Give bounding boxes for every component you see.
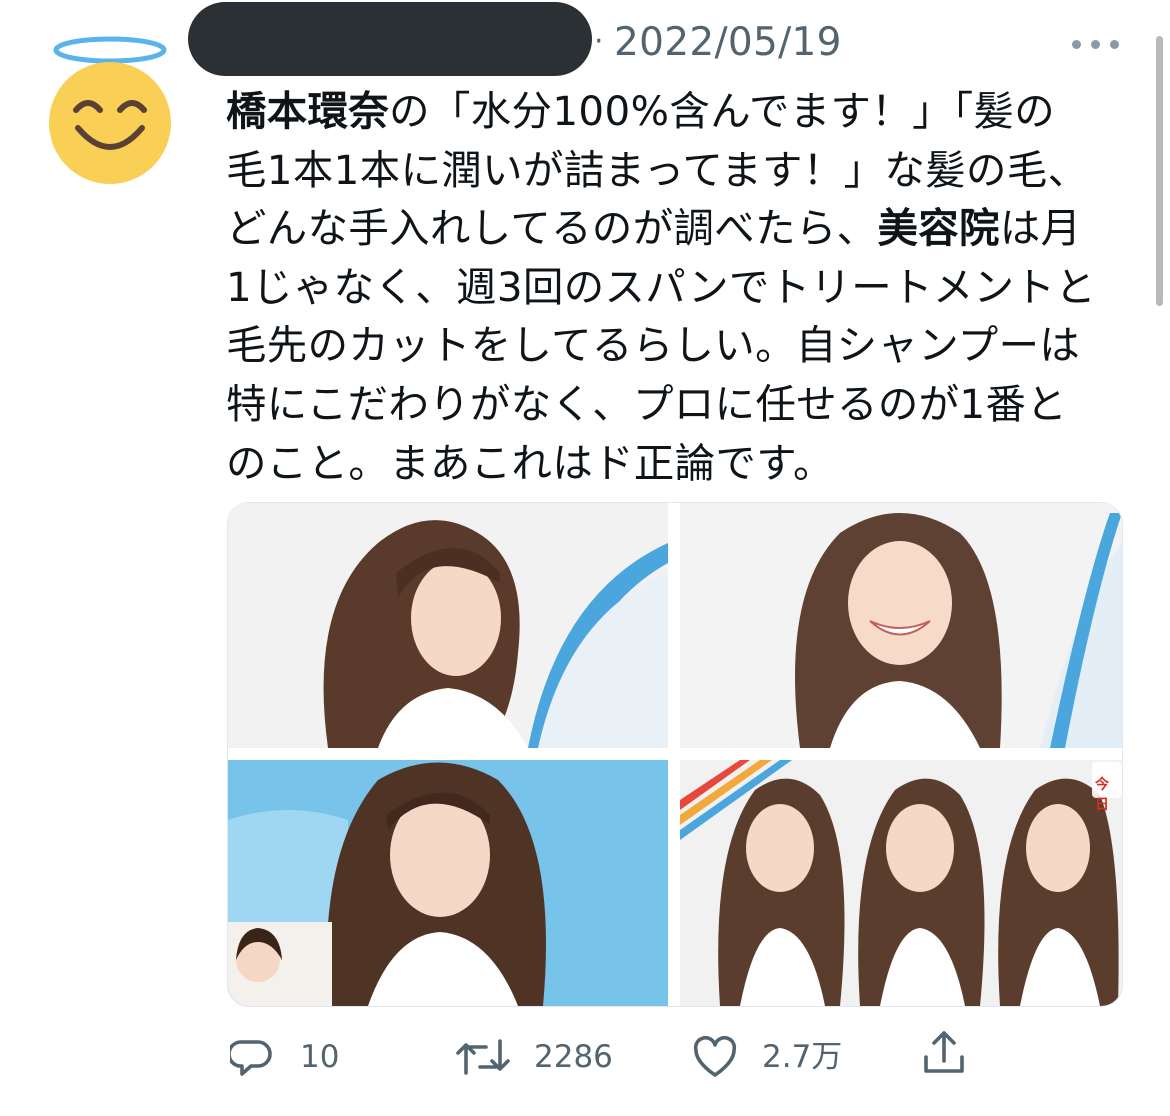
separator-dot: · bbox=[594, 24, 604, 59]
like-button[interactable]: 2.7万 bbox=[690, 1032, 842, 1082]
share-button[interactable] bbox=[920, 1028, 968, 1078]
like-count: 2.7万 bbox=[762, 1039, 843, 1075]
halo-smiling-face-icon bbox=[49, 36, 171, 184]
photo-2[interactable] bbox=[680, 503, 1122, 748]
retweet-icon bbox=[456, 1039, 510, 1075]
scrollbar[interactable] bbox=[1156, 36, 1163, 306]
tweet-timestamp[interactable]: 2022/05/19 bbox=[614, 20, 842, 66]
reply-button[interactable]: 10 bbox=[230, 1032, 339, 1082]
photo-3[interactable] bbox=[228, 760, 668, 1006]
tweet-line-5: 毛先のカットをしてるらしい。自シャンプーは bbox=[226, 321, 1081, 370]
tweet-line-1: 橋本環奈の「水分100%含んでます！」「髪の bbox=[226, 87, 1056, 135]
tweet-line-7: のこと。まあこれはド正論です。 bbox=[226, 438, 834, 487]
reply-count: 10 bbox=[300, 1039, 340, 1075]
tweet-line-2: 毛1本1本に潤いが詰まってます！」な髪の毛、 bbox=[226, 145, 1089, 194]
avatar[interactable] bbox=[48, 36, 172, 184]
photo-4[interactable]: 今日 bbox=[680, 760, 1122, 1006]
share-icon bbox=[924, 1031, 964, 1073]
more-icon[interactable] bbox=[1072, 40, 1120, 50]
bold-salon: 美容院 bbox=[877, 204, 1000, 253]
tweet-line-6: 特にこだわりがなく、プロに任せるのが1番と bbox=[226, 379, 1068, 428]
redacted-username[interactable] bbox=[188, 2, 592, 76]
retweet-button[interactable]: 2286 bbox=[454, 1032, 613, 1082]
overlay-badge: 今日 bbox=[1095, 777, 1109, 813]
reply-icon bbox=[230, 1040, 272, 1076]
media-grid: 今日 bbox=[227, 502, 1123, 1007]
tweet-line-4: 1じゃなく、週3回のスパンでトリートメントと bbox=[226, 262, 1097, 311]
tweet-text: 橋本環奈の「水分100%含んでます！」「髪の 毛1本1本に潤いが詰まってます！」… bbox=[226, 82, 1126, 492]
heart-icon bbox=[693, 1035, 737, 1077]
bold-name: 橋本環奈 bbox=[226, 87, 390, 135]
retweet-count: 2286 bbox=[534, 1039, 613, 1075]
photo-1[interactable] bbox=[228, 503, 668, 748]
tweet-line-3: どんな手入れしてるのが調べたら、美容院は月 bbox=[226, 204, 1082, 253]
